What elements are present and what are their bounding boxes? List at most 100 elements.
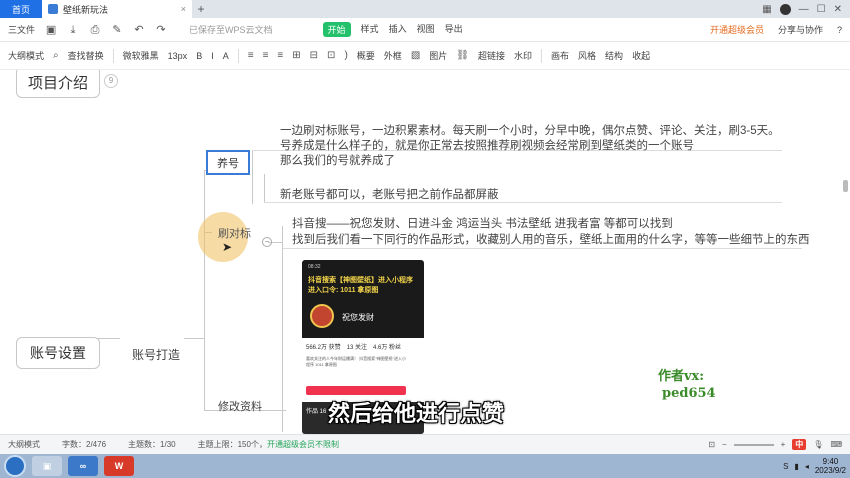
taskbar-app-wps[interactable]: W <box>104 456 134 476</box>
image-icon: ▧ <box>410 50 421 61</box>
file-menu[interactable]: 三文件 <box>8 23 35 36</box>
connector <box>204 170 205 410</box>
menu-style[interactable]: 样式 <box>361 22 379 37</box>
fit-screen-icon[interactable]: ⊡ <box>708 440 715 449</box>
minimize-button[interactable]: — <box>799 4 809 15</box>
connector <box>264 174 265 202</box>
node-edit-profile[interactable]: 修改资料 <box>218 398 262 414</box>
phone-status-time: 08:32 <box>308 264 321 270</box>
connector <box>282 248 802 249</box>
topic-limit: 主题上限：150个，开通超级会员不限制 <box>198 439 339 450</box>
ime-indicator[interactable]: 中 <box>792 439 807 450</box>
tab-home[interactable]: 首页 <box>0 0 42 18</box>
mouse-cursor-icon: ➤ <box>222 240 233 254</box>
summary-icon: ) <box>344 50 348 61</box>
keyboard-icon[interactable]: ⌨ <box>830 440 842 449</box>
share-button[interactable]: 分享与协作 <box>778 23 823 36</box>
align-left-icon[interactable]: ≡ <box>248 50 254 61</box>
connector <box>184 338 204 339</box>
divider <box>541 48 543 63</box>
node-project-intro[interactable]: 项目介绍 <box>16 70 100 98</box>
menu-export[interactable]: 导出 <box>445 22 463 37</box>
window-controls: ▦ — ☐ ✕ <box>762 3 850 15</box>
taskbar-app-player[interactable]: ▣ <box>32 456 62 476</box>
collapse-toggle-icon[interactable]: − <box>262 237 272 247</box>
mic-icon[interactable]: 🎙 <box>813 440 823 449</box>
outline-mode-status[interactable]: 大纲模式 <box>8 439 40 450</box>
grid-icon[interactable]: ▦ <box>762 4 771 15</box>
avatar[interactable] <box>779 3 791 15</box>
save-icon[interactable]: ▣ <box>45 24 57 36</box>
canvas-button[interactable]: 画布 <box>551 49 569 62</box>
insert-child-icon[interactable]: ⊟ <box>310 50 318 61</box>
system-tray: S ▮ ◂ 9:40 2023/9/2 <box>783 457 846 475</box>
works-label: 作品 16 <box>306 409 327 415</box>
menu-view[interactable]: 视图 <box>417 22 435 37</box>
align-center-icon[interactable]: ≡ <box>263 50 269 61</box>
insert-sibling-icon[interactable]: ⊞ <box>292 50 300 61</box>
collapse-button[interactable]: 收起 <box>632 49 650 62</box>
menubar-right: 开通超级会员 分享与协作 ? <box>710 23 842 36</box>
node-account-setup[interactable]: 账号设置 <box>16 337 100 369</box>
print-icon[interactable]: ⎙ <box>89 24 101 36</box>
mindmap-canvas[interactable]: 项目介绍 9 账号设置 账号打造 养号 刷对标 ➤ − 一边刷对标账号，一边积累… <box>0 70 850 434</box>
topic-count: 主题数：1/30 <box>128 440 176 449</box>
image-button[interactable]: 图片 <box>429 49 447 62</box>
collapse-count-badge[interactable]: 9 <box>104 74 118 88</box>
structure-button[interactable]: 结构 <box>605 49 623 62</box>
font-family-select[interactable]: 微软雅黑 <box>123 49 159 62</box>
note-line: 找到后我们看一下同行的作品形式，收藏别人用的音乐，壁纸上面用的什么字，等等一些细… <box>292 234 810 246</box>
help-button[interactable]: ? <box>837 25 842 35</box>
format-toolbar: 大纲模式 ⌕ 查找替换 微软雅黑 13px B I A ≡ ≡ ≡ ⊞ ⊟ ⊡ … <box>0 42 850 70</box>
search-icon: ⌕ <box>53 50 59 61</box>
italic-button[interactable]: I <box>211 51 214 61</box>
word-count: 字数：2/476 <box>62 440 107 449</box>
vip-button[interactable]: 开通超级会员 <box>710 23 764 36</box>
start-button[interactable] <box>4 455 26 477</box>
node-raise-account[interactable]: 养号 <box>206 150 250 175</box>
align-right-icon[interactable]: ≡ <box>277 50 283 61</box>
connector <box>282 242 283 432</box>
node-brush-benchmark[interactable]: 刷对标 <box>218 225 251 241</box>
hyperlink-button[interactable]: 超链接 <box>478 49 505 62</box>
vertical-scrollbar[interactable] <box>843 180 848 192</box>
menu-start[interactable]: 开始 <box>322 22 351 37</box>
taskbar-app-browser[interactable]: ∞ <box>68 456 98 476</box>
stat-fans: 4.6万 粉丝 <box>373 345 402 351</box>
close-window-button[interactable]: ✕ <box>834 4 842 15</box>
redo-icon[interactable]: ↷ <box>155 24 167 36</box>
menu-insert[interactable]: 插入 <box>389 22 407 37</box>
tray-ime-icon[interactable]: S <box>783 462 788 471</box>
new-tab-button[interactable]: + <box>192 2 210 16</box>
format-painter-icon[interactable]: ✎ <box>111 24 123 36</box>
tab-close-icon[interactable]: × <box>181 4 186 14</box>
find-replace-button[interactable]: 查找替换 <box>68 49 104 62</box>
zoom-in-icon[interactable]: + <box>781 440 786 449</box>
outline-frame-button[interactable]: 外框 <box>384 49 402 62</box>
node-raise-account-label: 养号 <box>217 157 239 170</box>
font-color-button[interactable]: A <box>223 51 229 61</box>
connector <box>264 202 782 203</box>
tab-document[interactable]: 壁纸新玩法 × <box>42 0 192 18</box>
download-icon[interactable]: ⤓ <box>67 24 79 36</box>
outline-mode-button[interactable]: 大纲模式 <box>8 49 44 62</box>
maximize-button[interactable]: ☐ <box>817 4 826 15</box>
tray-volume-icon[interactable]: ◂ <box>805 462 809 471</box>
theme-style-button[interactable]: 风格 <box>578 49 596 62</box>
watermark-button[interactable]: 水印 <box>514 49 532 62</box>
save-status: 已保存至WPS云文档 <box>189 25 273 35</box>
zoom-out-icon[interactable]: − <box>722 440 727 449</box>
insert-parent-icon[interactable]: ⊡ <box>327 50 335 61</box>
clock[interactable]: 9:40 2023/9/2 <box>815 457 846 475</box>
summary-button[interactable]: 概要 <box>357 49 375 62</box>
undo-icon[interactable]: ↶ <box>133 24 145 36</box>
node-account-build[interactable]: 账号打造 <box>132 346 180 363</box>
bold-button[interactable]: B <box>196 51 202 61</box>
font-size-select[interactable]: 13px <box>168 51 188 61</box>
tray-network-icon[interactable]: ▮ <box>794 462 798 471</box>
zoom-slider[interactable] <box>733 443 774 446</box>
vip-unlimited-link[interactable]: 开通超级会员不限制 <box>267 440 339 449</box>
profile-avatar <box>310 304 334 328</box>
profile-name: 祝您发财 <box>342 313 374 322</box>
zoom-controls: ⊡ − + 中 🎙 ⌨ <box>708 439 842 450</box>
